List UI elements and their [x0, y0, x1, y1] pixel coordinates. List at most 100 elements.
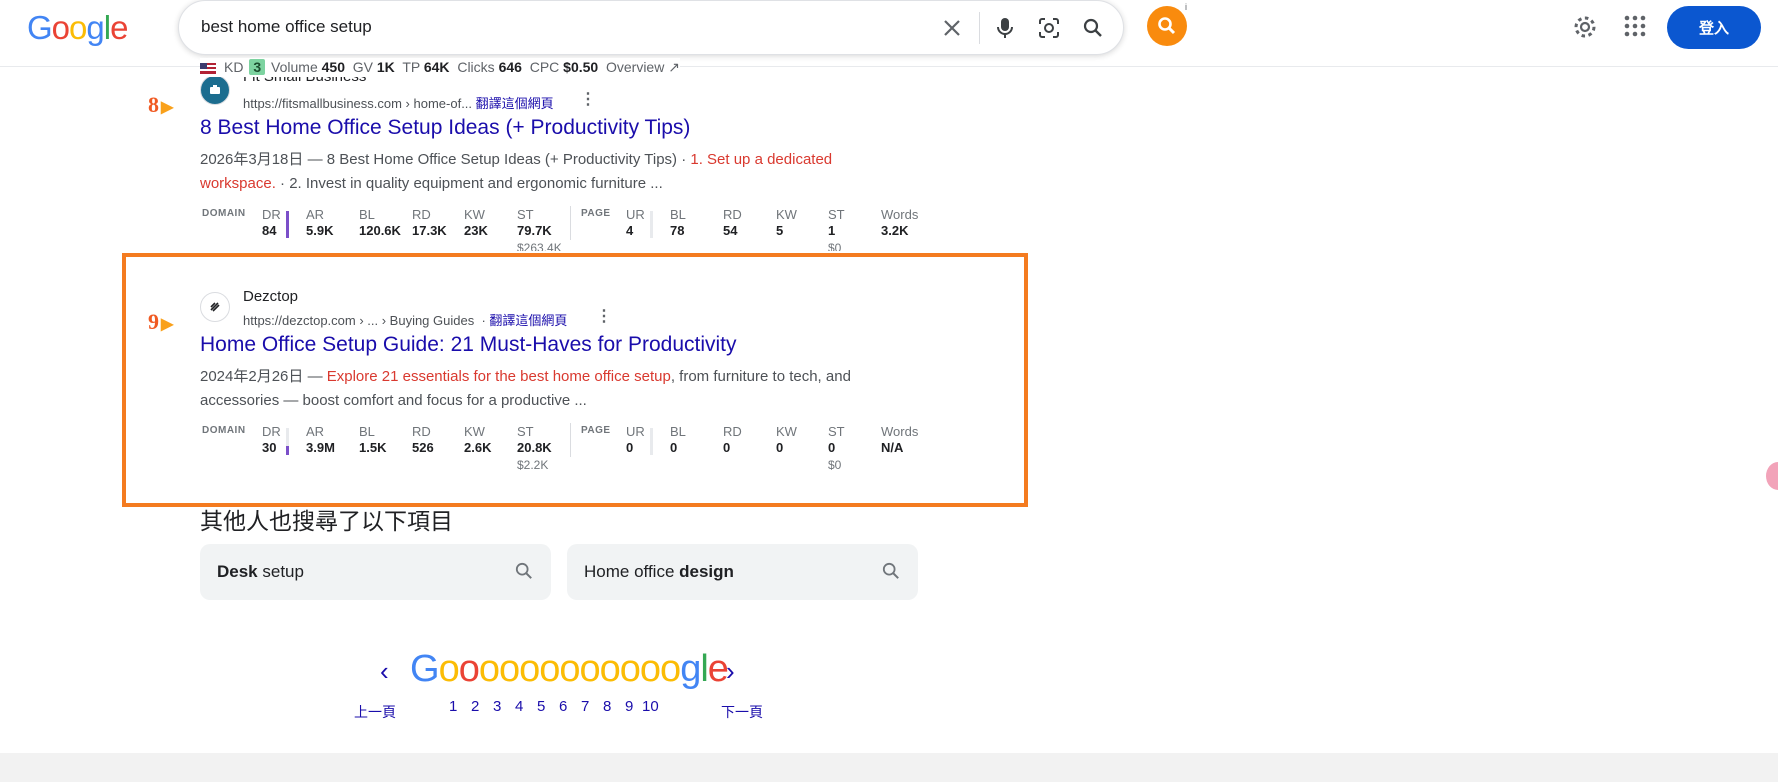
search-input[interactable]: best home office setup — [201, 17, 372, 37]
page-number[interactable]: 7 — [581, 698, 589, 715]
chip-label: Home office design — [584, 562, 734, 582]
gear-icon[interactable] — [1572, 14, 1598, 45]
previous-page-link[interactable]: 上一頁 — [354, 702, 396, 722]
page-rd-label: RD — [723, 424, 742, 439]
tp-label: TP — [402, 59, 420, 75]
page-st-label: ST — [828, 424, 845, 439]
kd-badge: 3 — [249, 59, 266, 75]
signin-button[interactable]: 登入 — [1667, 6, 1761, 49]
dr-label: DR — [262, 207, 281, 222]
next-page-link[interactable]: 下一頁 — [721, 702, 763, 722]
rank-number: 8 — [148, 92, 159, 117]
ur-label: UR — [626, 207, 645, 222]
clicks-value: 646 — [498, 59, 522, 75]
chevron-left-icon[interactable]: ‹ — [380, 656, 389, 687]
us-flag-icon — [200, 62, 216, 74]
metrics-divider — [570, 206, 571, 240]
metrics-divider — [570, 423, 571, 457]
rd-label: RD — [412, 424, 431, 439]
clicks-label: Clicks — [457, 59, 495, 75]
page-number[interactable]: 2 — [471, 698, 479, 715]
page-number[interactable]: 8 — [603, 698, 611, 715]
dr-value: 84 — [262, 223, 277, 238]
cpc-value: $0.50 — [563, 59, 599, 75]
words-value: N/A — [881, 440, 904, 455]
result-title[interactable]: 8 Best Home Office Setup Ideas (+ Produc… — [200, 116, 690, 140]
external-link-icon[interactable]: ↗ — [668, 59, 680, 75]
more-options-icon[interactable]: ⋮ — [580, 89, 596, 109]
related-search-chip[interactable]: Desk setup — [200, 544, 551, 600]
cpc-label: CPC — [529, 59, 560, 75]
close-icon[interactable] — [939, 15, 965, 41]
mic-icon[interactable] — [992, 15, 1018, 41]
dr-value: 30 — [262, 440, 277, 455]
site-name[interactable]: Dezctop — [243, 288, 298, 305]
related-search-chip[interactable]: Home office design — [567, 544, 918, 600]
more-options-icon[interactable]: ⋮ — [596, 306, 612, 326]
lens-icon[interactable] — [1036, 15, 1062, 41]
domain-heading: DOMAIN — [202, 208, 246, 219]
st-label: ST — [517, 207, 534, 222]
kd-label: KD — [224, 59, 244, 75]
search-icon — [882, 562, 900, 585]
related-searches-title: 其他人也搜尋了以下項目 — [200, 508, 453, 534]
page-kw-label: KW — [776, 207, 797, 222]
extension-icon[interactable] — [1147, 6, 1187, 46]
kw-label: KW — [464, 207, 485, 222]
page-rd-value: 0 — [723, 440, 731, 455]
google-logo[interactable]: Google — [27, 9, 128, 47]
page-bl-value: 0 — [670, 440, 678, 455]
page-st-value: 1 — [828, 223, 836, 238]
page-number[interactable]: 9 — [625, 698, 633, 715]
snippet-tail: · 2. Invest in quality equipment and erg… — [275, 175, 663, 192]
volume-value: 450 — [321, 59, 345, 75]
words-value: 3.2K — [881, 223, 909, 238]
overview-link[interactable]: Overview — [606, 59, 664, 75]
page-rd-value: 54 — [723, 223, 738, 238]
translate-link[interactable]: 翻譯這個網頁 — [489, 313, 567, 328]
bl-label: BL — [359, 424, 375, 439]
rank-arrow-icon: ▶ — [161, 316, 174, 333]
result-url[interactable]: https://fitsmallbusiness.com › home-of..… — [243, 93, 554, 112]
page-number[interactable]: 10 — [642, 698, 659, 715]
search-icon[interactable] — [1080, 15, 1106, 41]
result-title[interactable]: Home Office Setup Guide: 21 Must-Haves f… — [200, 333, 737, 357]
keyword-metrics-bar: KD 3 Volume 450 GV 1K TP 64K Clicks 646 … — [200, 58, 680, 77]
result-url[interactable]: https://dezctop.com › ... › Buying Guide… — [243, 310, 567, 329]
page-bl-label: BL — [670, 207, 686, 222]
url-text: https://fitsmallbusiness.com › home-of..… — [243, 96, 473, 111]
snippet-text: 2026年3月18日 — 8 Best Home Office Setup Id… — [200, 151, 691, 168]
snippet-date: 2024年2月26日 — — [200, 368, 327, 385]
header: Google best home office setup i 登入 — [0, 0, 1778, 67]
ur-bar — [650, 428, 653, 455]
page-number[interactable]: 4 — [515, 698, 523, 715]
translate-link[interactable]: 翻譯這個網頁 — [476, 96, 554, 111]
kw-label: KW — [464, 424, 485, 439]
page-number[interactable]: 1 — [449, 698, 457, 715]
ur-bar — [650, 211, 653, 238]
tp-value: 64K — [423, 59, 450, 75]
site-favicon[interactable] — [200, 75, 230, 105]
ur-value: 4 — [626, 223, 634, 238]
page-kw-label: KW — [776, 424, 797, 439]
side-widget-icon[interactable] — [1766, 462, 1778, 490]
page-kw-value: 5 — [776, 223, 784, 238]
rd-value: 17.3K — [412, 223, 447, 238]
page-bl-value: 78 — [670, 223, 685, 238]
site-favicon[interactable] — [200, 292, 230, 322]
search-divider — [979, 12, 980, 44]
gv-label: GV — [352, 59, 373, 75]
search-box[interactable]: best home office setup — [178, 0, 1124, 55]
search-icon — [515, 562, 533, 585]
kw-value: 23K — [464, 223, 488, 238]
result-snippet: 2026年3月18日 — 8 Best Home Office Setup Id… — [200, 148, 890, 196]
apps-icon[interactable] — [1623, 14, 1647, 43]
page-number[interactable]: 3 — [493, 698, 501, 715]
bl-value: 1.5K — [359, 440, 387, 455]
rd-label: RD — [412, 207, 431, 222]
page-number[interactable]: 6 — [559, 698, 567, 715]
page-bl-label: BL — [670, 424, 686, 439]
ur-value: 0 — [626, 440, 634, 455]
page-number[interactable]: 5 — [537, 698, 545, 715]
page-heading: PAGE — [581, 425, 611, 436]
